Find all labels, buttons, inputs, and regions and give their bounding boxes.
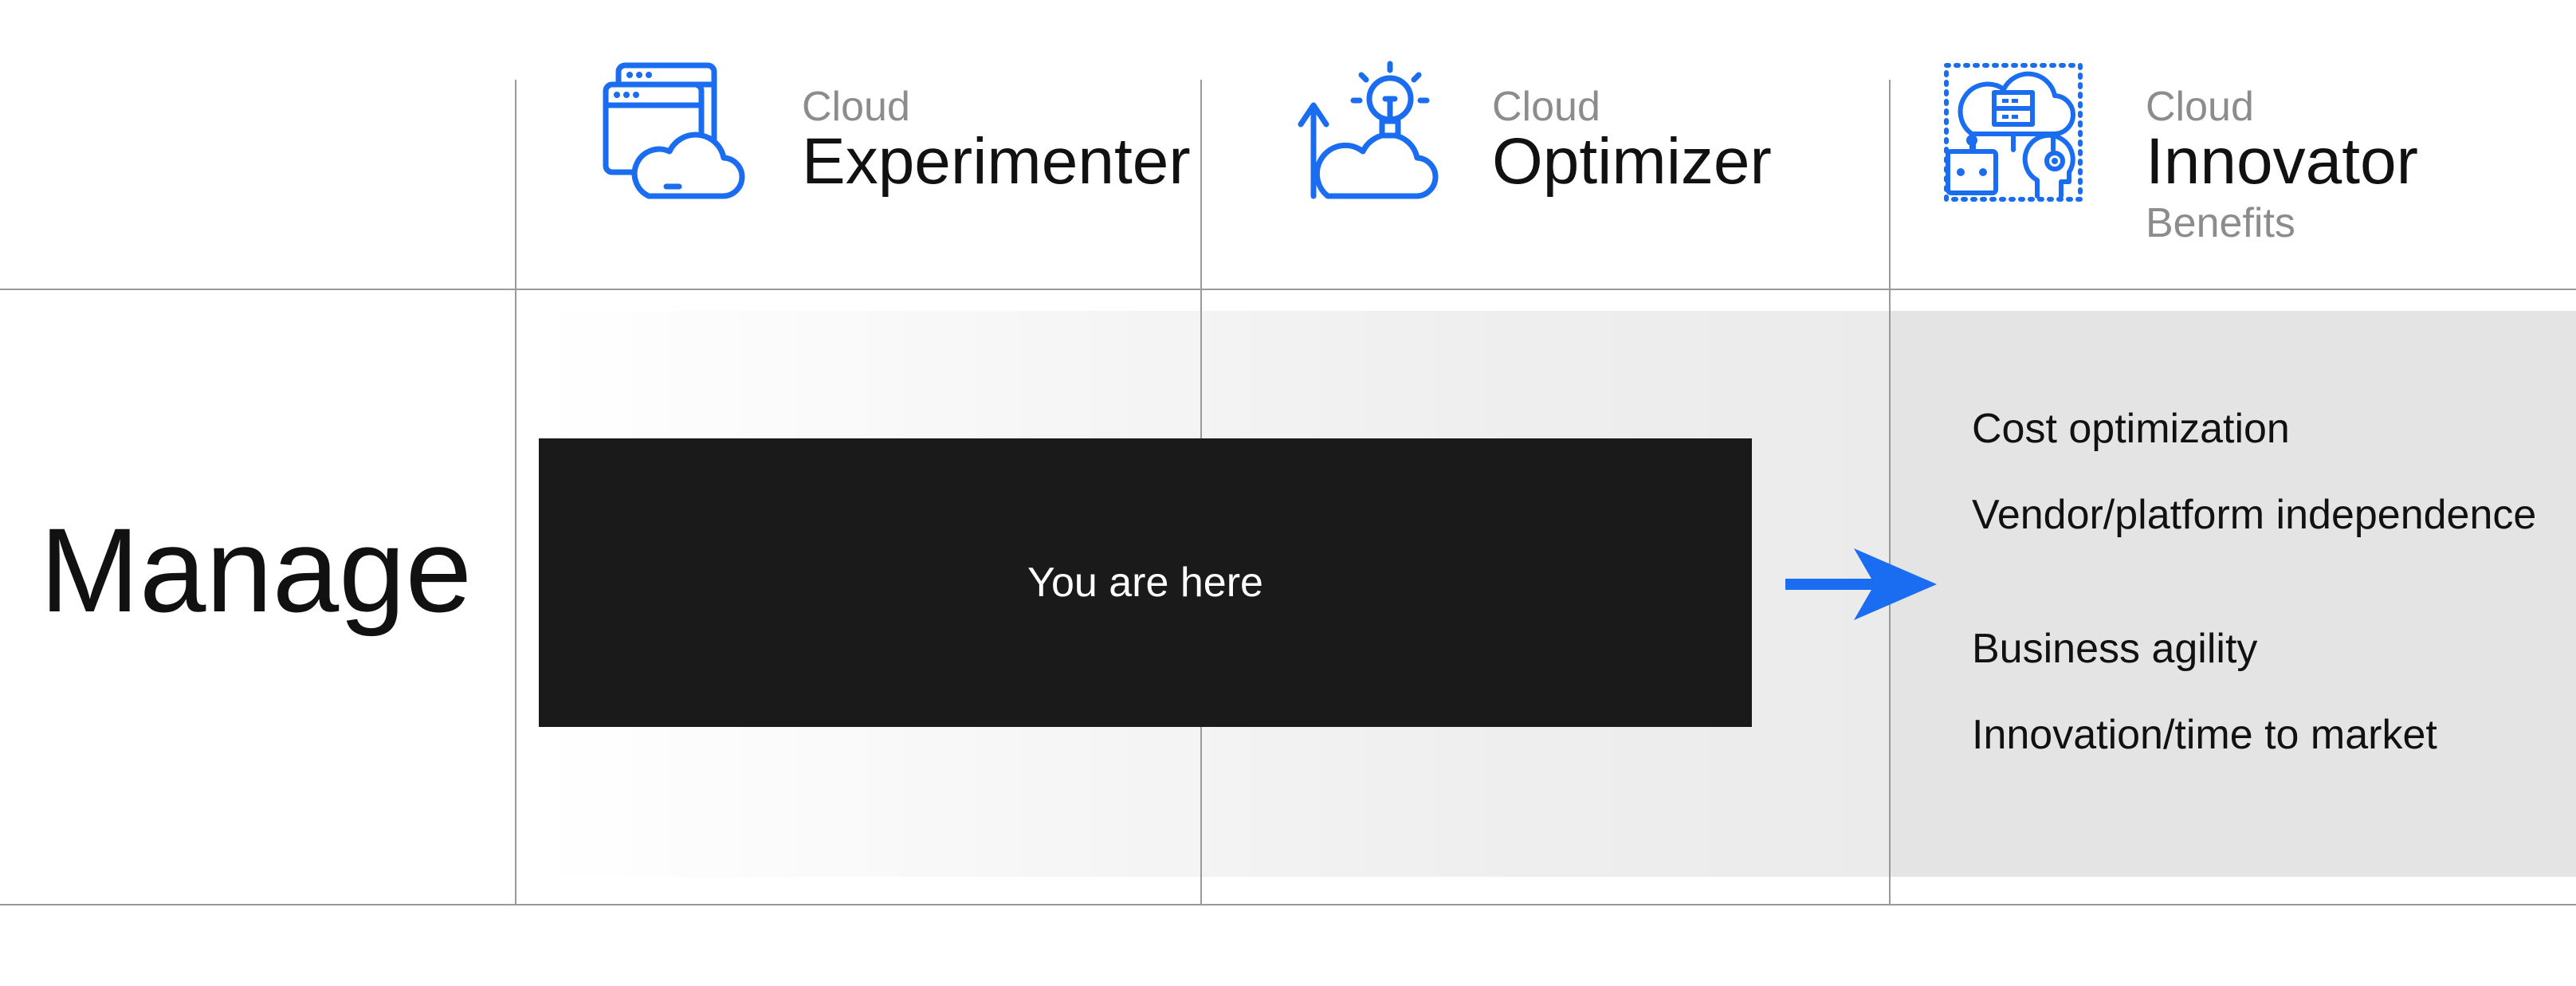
- cloud-idea-growth-icon: [1298, 61, 1439, 199]
- current-position-marker: You are here: [539, 438, 1752, 727]
- stage-prefix: Cloud: [1492, 84, 1600, 130]
- current-position-label: You are here: [1027, 560, 1263, 606]
- benefit-item: Business agility: [1972, 626, 2258, 672]
- stage-prefix: Cloud: [802, 84, 910, 130]
- benefit-item: Innovation/time to market: [1972, 712, 2437, 758]
- stage-title: Optimizer: [1492, 125, 1772, 198]
- row-label-manage: Manage: [40, 503, 473, 637]
- benefits-heading: Benefits: [2146, 200, 2295, 246]
- row-divider: [0, 904, 2576, 905]
- cloud-ai-robot-icon: [1944, 63, 2083, 202]
- benefits-band: [1891, 311, 2576, 877]
- stage-prefix: Cloud: [2146, 84, 2254, 130]
- stage-title: Experimenter: [802, 125, 1191, 198]
- arrow-right-icon: [1785, 548, 1937, 620]
- header-divider: [0, 289, 2576, 290]
- stage-title: Innovator: [2146, 125, 2418, 198]
- column-divider-3: [1889, 80, 1891, 905]
- benefit-item: Cost optimization: [1972, 406, 2290, 452]
- benefit-item: Vendor/platform independence: [1972, 492, 2537, 538]
- browser-cloud-icon: [603, 62, 745, 199]
- column-divider-1: [515, 80, 516, 905]
